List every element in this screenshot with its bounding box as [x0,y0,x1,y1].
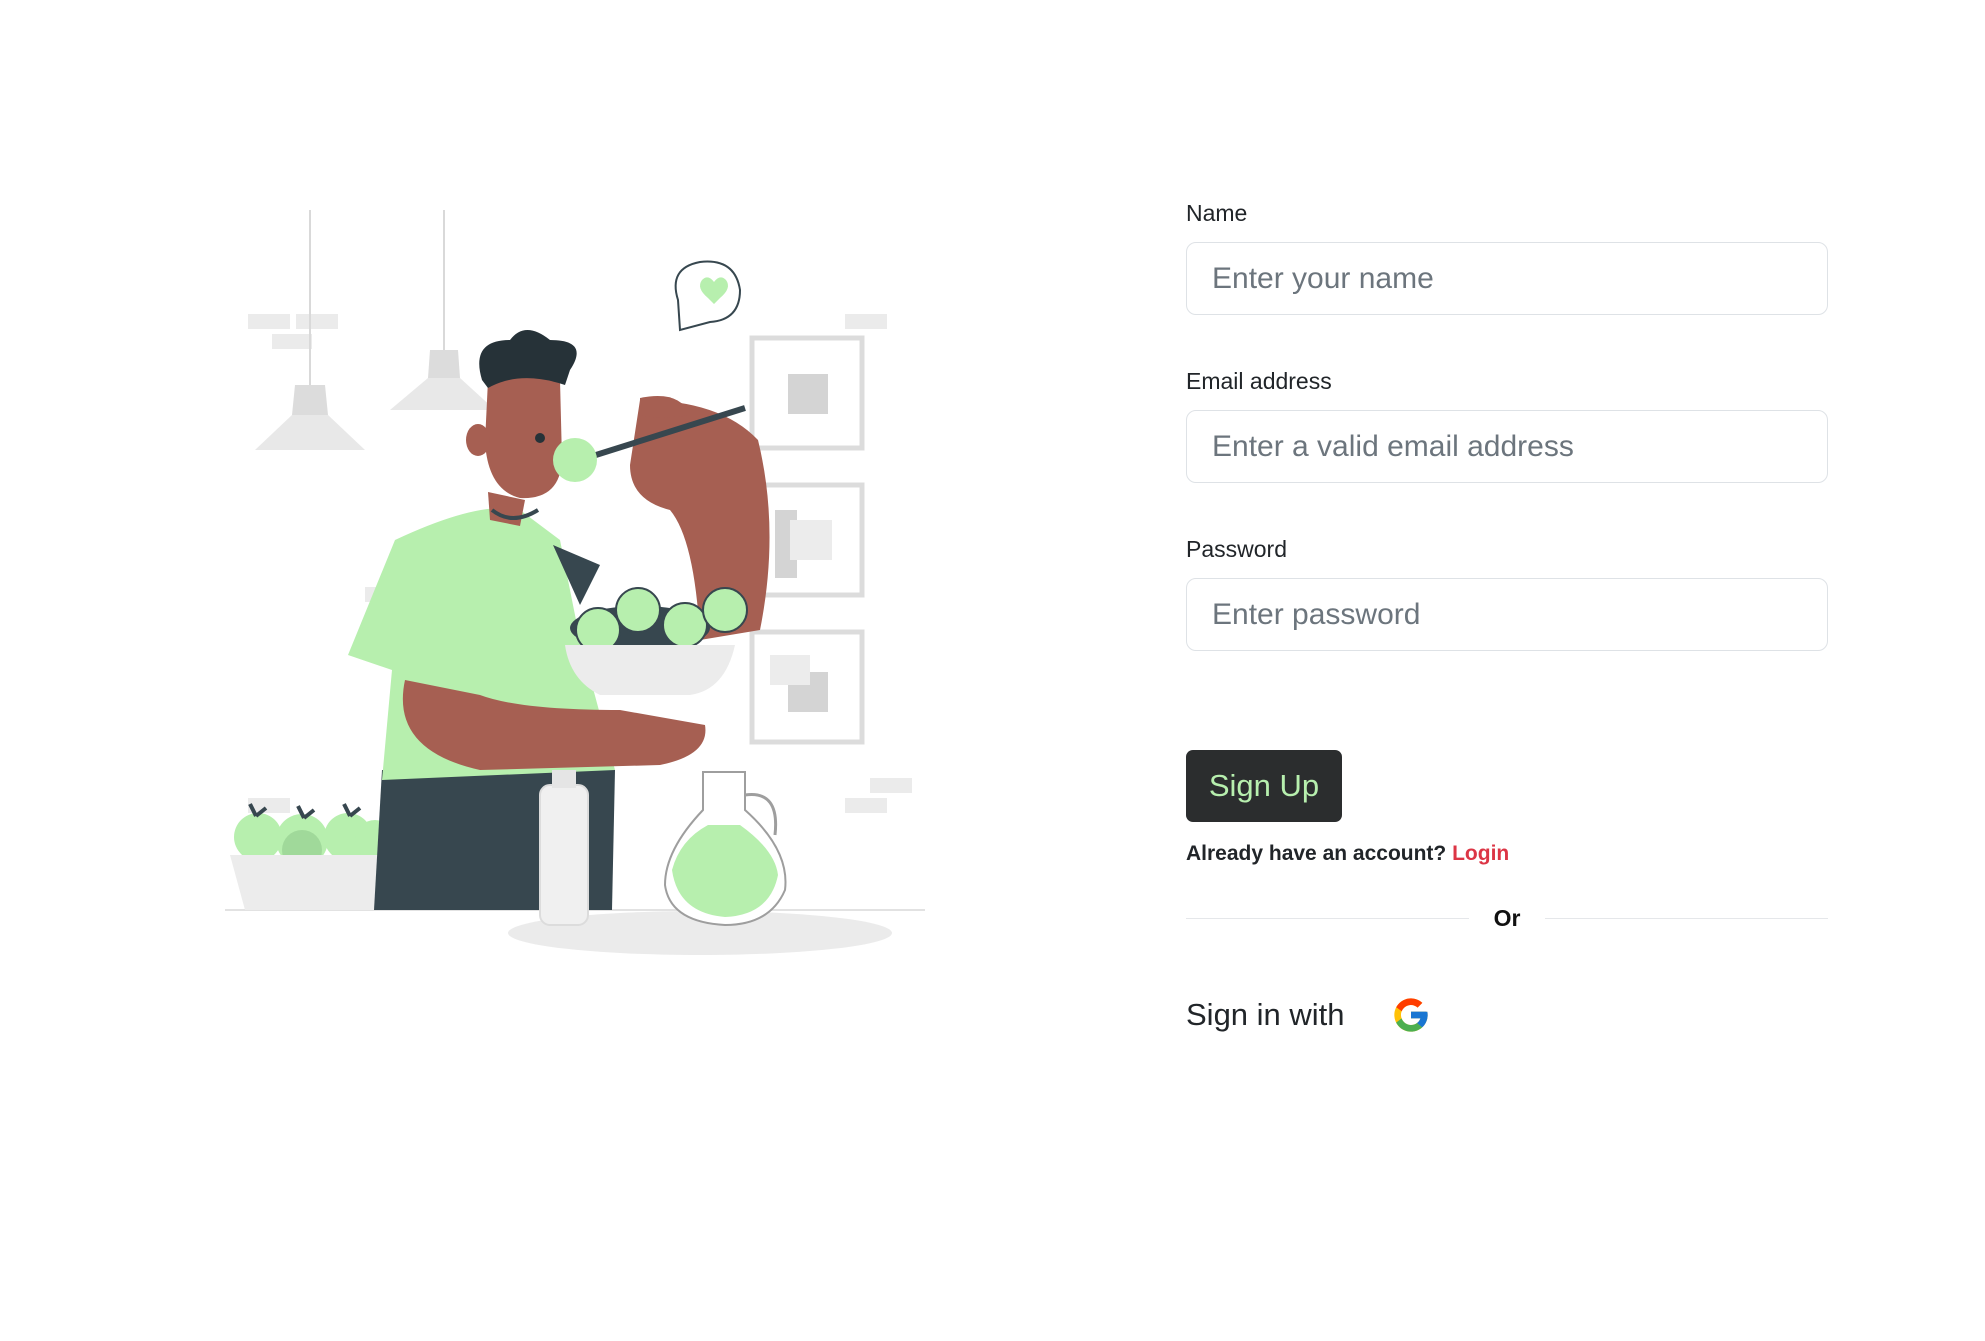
name-label: Name [1186,200,1248,226]
email-label: Email address [1186,368,1332,394]
signup-form: Name Email address Password Sign Up Alre… [1186,200,1828,1032]
login-link[interactable]: Login [1452,842,1509,865]
signin-with-text: Sign in with [1186,997,1345,1032]
email-input[interactable] [1186,410,1828,483]
password-input[interactable] [1186,578,1828,651]
email-group: Email address [1186,368,1828,483]
password-group: Password [1186,536,1828,651]
google-icon[interactable] [1391,995,1431,1035]
or-divider: Or [1186,903,1828,933]
name-group: Name [1186,200,1828,315]
divider-line-right [1545,918,1828,919]
social-signin: Sign in with [1186,990,1431,1040]
signup-button[interactable]: Sign Up [1186,750,1342,822]
healthy-eating-illustration [220,210,940,970]
login-prompt: Already have an account? Login [1186,842,1509,866]
name-input[interactable] [1186,242,1828,315]
password-label: Password [1186,536,1287,562]
have-account-text: Already have an account? [1186,842,1447,865]
